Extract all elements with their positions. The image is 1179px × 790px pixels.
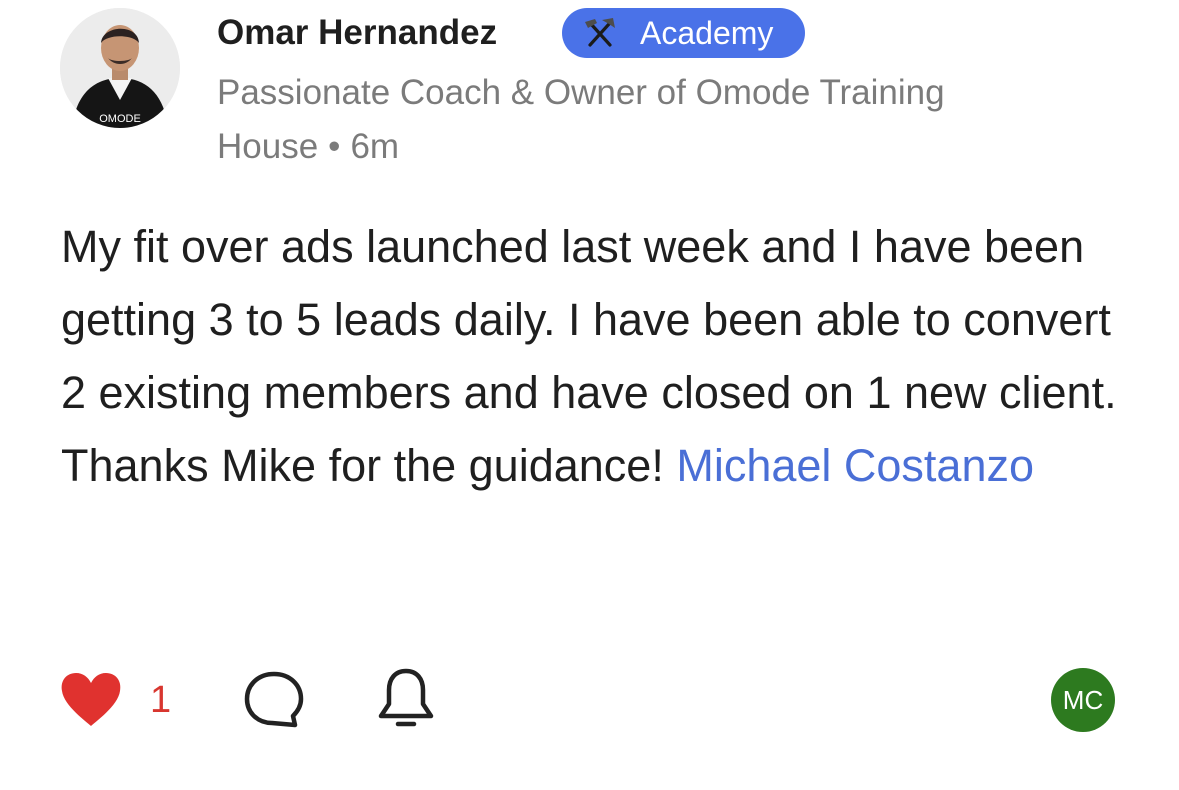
academy-badge[interactable]: Academy bbox=[562, 8, 805, 58]
mention-link[interactable]: Michael Costanzo bbox=[676, 440, 1034, 491]
hammer-pick-icon bbox=[585, 18, 615, 47]
post-body: My fit over ads launched last week and I… bbox=[61, 210, 1141, 502]
post-timestamp: 6m bbox=[350, 127, 400, 166]
author-name[interactable]: Omar Hernandez bbox=[217, 11, 497, 55]
notify-button[interactable] bbox=[376, 666, 436, 732]
bell-icon bbox=[378, 668, 434, 727]
reactor-avatar[interactable]: MC bbox=[1051, 668, 1115, 732]
comment-bubble-icon bbox=[244, 671, 304, 728]
like-count: 1 bbox=[150, 678, 172, 721]
author-photo-icon: OMODE bbox=[60, 8, 180, 128]
author-bio: Passionate Coach & Owner of Omode Traini… bbox=[217, 73, 945, 166]
avatar-caption: OMODE bbox=[99, 113, 141, 125]
author-avatar[interactable]: OMODE bbox=[60, 8, 180, 128]
meta-separator: • bbox=[328, 127, 341, 166]
post-card: OMODE Omar Hernandez Academy Passionate … bbox=[0, 0, 1179, 790]
comment-button[interactable] bbox=[242, 668, 306, 732]
author-meta: Passionate Coach & Owner of Omode Traini… bbox=[217, 66, 1097, 174]
badge-label: Academy bbox=[640, 14, 774, 51]
heart-icon bbox=[61, 673, 121, 726]
like-button[interactable]: 1 bbox=[60, 672, 171, 728]
